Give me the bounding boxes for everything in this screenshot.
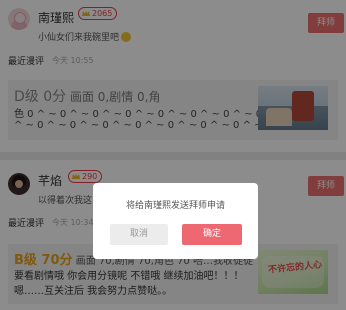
apply-confirm-dialog: 将给南瑾熙发送拜师申请 取消 确定 <box>93 183 258 259</box>
confirm-button[interactable]: 确定 <box>182 224 242 245</box>
cancel-button[interactable]: 取消 <box>110 224 168 245</box>
modal-overlay[interactable] <box>0 0 346 310</box>
dialog-message: 将给南瑾熙发送拜师申请 <box>125 201 225 211</box>
